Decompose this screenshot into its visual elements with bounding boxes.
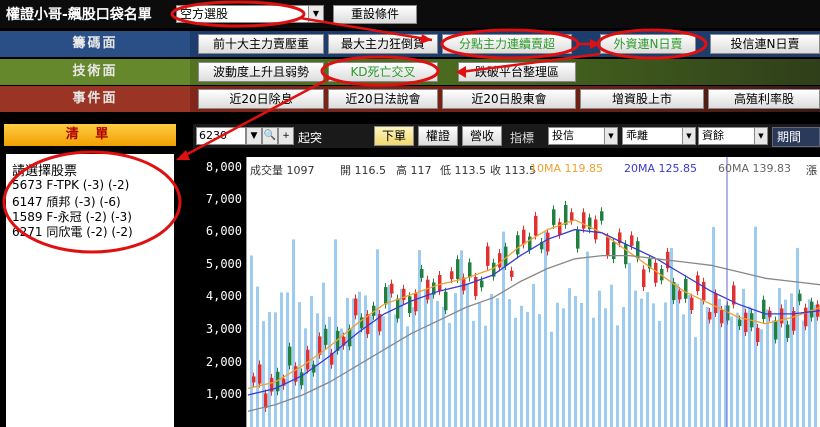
score-2: (-6) [99,195,121,209]
filter-foreign-sell-button[interactable]: 外資連N日賣 [600,34,696,54]
chevron-down-icon[interactable]: ▼ [308,5,324,23]
stock-code: 1589 [12,210,43,224]
stock-code: 6271 [12,225,43,239]
chevron-down-icon[interactable]: ▼ [682,127,696,145]
ma10-label: 10MA 119.85 [530,162,603,175]
filter-branch-net-sell-button[interactable]: 分點主力連續賣超 [442,34,572,54]
y-tick-label: 6,000 [205,224,242,238]
y-tick-label: 4,000 [205,289,242,303]
indicator-select-2[interactable]: 乖離 [622,127,684,145]
chart-plot[interactable] [246,157,820,427]
stock-name: F-永冠 [46,210,82,224]
indicator-select-1[interactable]: 投信 [548,127,606,145]
y-tick-label: 2,000 [205,355,242,369]
filter-ex-dividend-button[interactable]: 近20日除息 [198,89,324,109]
category-label-event: 事件面 [0,86,190,112]
filter-top10-sell-pressure-button[interactable]: 前十大主力賣壓重 [198,34,324,54]
filter-trust-sell-button[interactable]: 投信連N日賣 [710,34,820,54]
ma60-label: 60MA 139.83 [718,162,791,175]
order-button[interactable]: 下單 [374,126,414,146]
score-1: (-2) [85,210,107,224]
filter-break-platform-button[interactable]: 跌破平台整理區 [458,62,576,82]
stock-code-input[interactable]: 6230 [196,127,246,145]
y-tick-label: 7,000 [205,192,242,206]
list-title: 請選擇股票 [12,164,78,179]
revenue-button[interactable]: 營收 [462,126,502,146]
chevron-down-icon[interactable]: ▼ [246,127,262,145]
category-label-chip: 籌碼面 [0,31,190,57]
filter-new-shares-listing-button[interactable]: 增資股上市 [580,89,704,109]
y-tick-label: 1,000 [205,387,242,401]
list-item[interactable]: 6271 同欣電 (-2) (-2) [12,223,133,240]
score-2: (-2) [107,178,130,192]
period-button[interactable]: 期間 [772,127,820,147]
open-label: 開 116.5 [340,164,386,177]
score-2: (-2) [111,225,133,239]
stock-name: F-TPK [46,178,79,192]
filter-shareholder-meeting-button[interactable]: 近20日股東會 [442,89,576,109]
list-item[interactable]: 5673 F-TPK (-3) (-2) [12,178,129,192]
plus-button[interactable]: + [278,127,294,145]
score-1: (-2) [86,225,108,239]
stock-code: 5673 [12,178,43,192]
y-tick-label: 8,000 [205,160,242,174]
stock-name: 同欣電 [46,225,83,239]
score-1: (-3) [82,178,105,192]
list-header: 清 單 [4,124,176,146]
score-1: (-3) [74,195,96,209]
score-2: (-3) [110,210,132,224]
indicator-select-3[interactable]: 資餘 [698,127,756,145]
start-label: 起突 [298,131,323,145]
extra-label: 漲 [806,164,817,177]
indicator-label: 指標 [510,131,535,145]
filter-high-yield-button[interactable]: 高殖利率股 [708,89,820,109]
chevron-down-icon[interactable]: ▼ [754,127,768,145]
filter-investor-conference-button[interactable]: 近20日法說會 [328,89,438,109]
filter-volatility-weak-button[interactable]: 波動度上升且弱勢 [198,62,324,82]
chevron-down-icon[interactable]: ▼ [604,127,618,145]
low-label: 低 113.5 [440,164,486,177]
stock-name: 頎邦 [46,195,71,209]
magnifier-icon[interactable]: 🔍 [262,127,278,145]
reset-conditions-button[interactable]: 重設條件 [333,5,417,24]
volume-label: 成交量 1097 [250,164,315,177]
y-tick-label: 3,000 [205,322,242,336]
y-tick-label: 5,000 [205,257,242,271]
filter-kd-death-cross-button[interactable]: KD死亡交叉 [328,62,438,82]
app-title: 權證小哥-飆股口袋名單 [6,7,152,23]
ma20-label: 20MA 125.85 [624,162,697,175]
high-label: 高 117 [396,164,432,177]
filter-main-dump-button[interactable]: 最大主力狂倒貨 [328,34,438,54]
strategy-select[interactable]: 空方選股 [176,5,316,23]
warrant-button[interactable]: 權證 [418,126,458,146]
category-label-technical: 技術面 [0,59,190,85]
stock-code: 6147 [12,195,43,209]
